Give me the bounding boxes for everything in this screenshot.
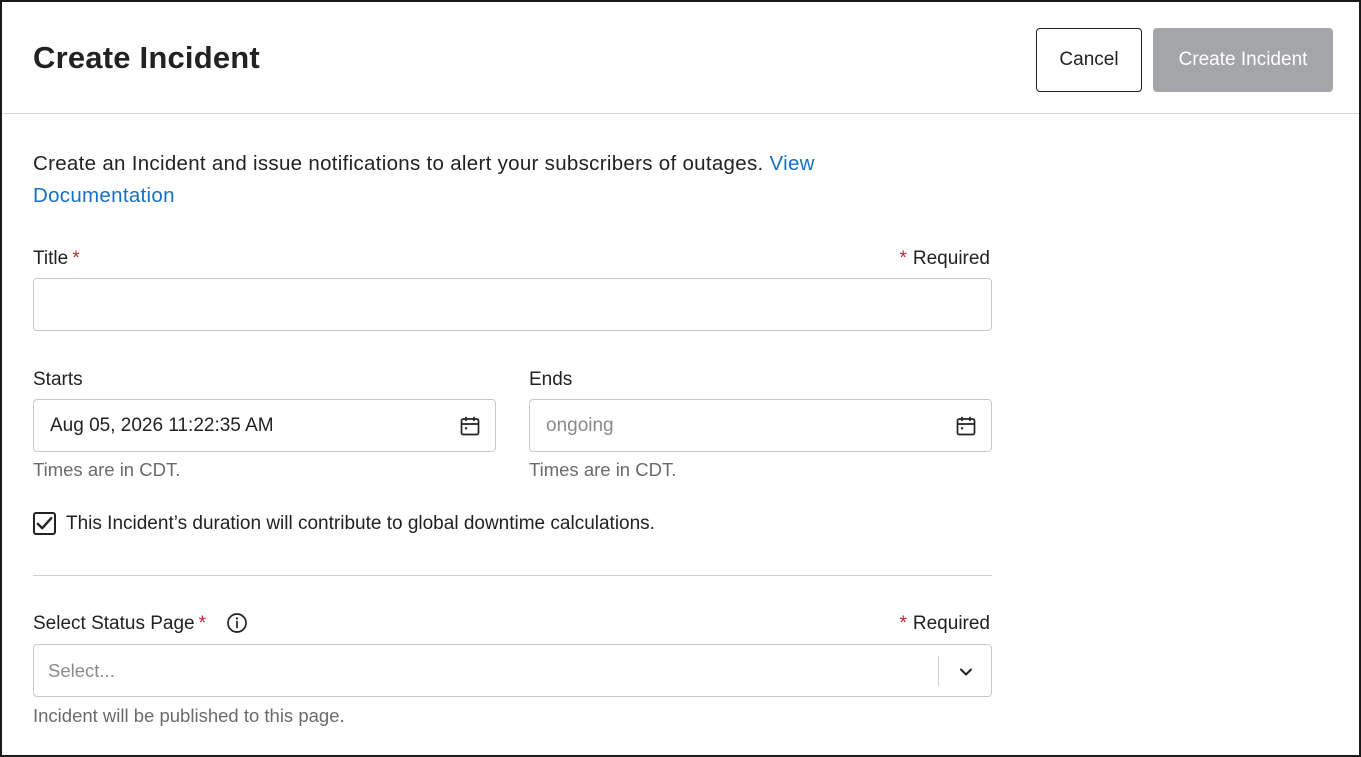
starts-timezone-hint: Times are in CDT. — [33, 459, 181, 480]
create-incident-button[interactable]: Create Incident — [1153, 28, 1333, 92]
status-page-required-star: * — [198, 613, 207, 634]
starts-date-input[interactable]: Aug 05, 2026 11:22:35 AM — [33, 399, 496, 452]
title-label-text: Title — [33, 248, 69, 269]
starts-value: Aug 05, 2026 11:22:35 AM — [50, 414, 274, 436]
select-separator — [938, 656, 939, 686]
status-page-hint: Incident will be published to this page. — [33, 705, 345, 726]
create-incident-panel: Create Incident Cancel Create Incident C… — [0, 0, 1361, 757]
header: Create Incident Cancel Create Incident — [2, 2, 1359, 114]
required-note-text: Required — [912, 248, 990, 269]
calendar-icon[interactable] — [955, 415, 977, 437]
ends-label: Ends — [529, 369, 573, 390]
ends-timezone-hint: Times are in CDT. — [529, 459, 677, 480]
status-page-required-note: * Required — [899, 613, 990, 635]
required-note-star: * — [899, 248, 907, 269]
starts-label: Starts — [33, 369, 83, 390]
checkmark-icon — [36, 517, 53, 530]
title-required-star: * — [72, 248, 80, 269]
intro-text: Create an Incident and issue notificatio… — [33, 148, 913, 212]
section-divider — [33, 575, 992, 576]
title-input[interactable] — [33, 278, 992, 331]
cancel-button[interactable]: Cancel — [1036, 28, 1142, 92]
status-page-label-text: Select Status Page — [33, 613, 195, 634]
downtime-checkbox[interactable] — [33, 512, 56, 535]
downtime-checkbox-label[interactable]: This Incident’s duration will contribute… — [66, 513, 655, 535]
status-page-placeholder: Select... — [48, 660, 115, 681]
required-note-text: Required — [912, 613, 990, 634]
status-page-select[interactable]: Select... — [33, 644, 992, 697]
ends-placeholder: ongoing — [546, 414, 614, 436]
ends-date-input[interactable]: ongoing — [529, 399, 992, 452]
chevron-down-icon[interactable] — [955, 661, 977, 683]
intro-description: Create an Incident and issue notificatio… — [33, 152, 770, 175]
info-icon[interactable] — [226, 612, 248, 634]
status-page-label: Select Status Page * — [33, 613, 206, 635]
calendar-icon[interactable] — [459, 415, 481, 437]
required-note-star: * — [899, 613, 907, 634]
title-required-note: * Required — [899, 248, 990, 270]
page-title: Create Incident — [33, 40, 260, 75]
title-label: Title * — [33, 248, 80, 270]
